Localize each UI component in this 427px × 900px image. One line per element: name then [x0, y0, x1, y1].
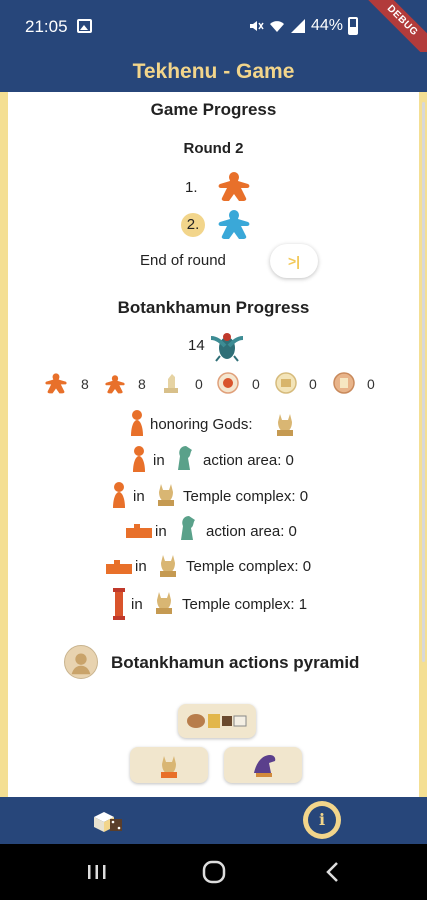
action-tile-top[interactable]	[178, 704, 256, 738]
status-bar: 21:05 44%	[0, 0, 427, 52]
god-bastet-icon	[158, 484, 174, 506]
progress-card	[8, 92, 419, 797]
statue-icon	[164, 374, 178, 393]
resource-count: 0	[367, 376, 375, 392]
bread-token-icon	[275, 372, 297, 394]
stone-token-icon	[333, 372, 355, 394]
recent-apps-icon[interactable]	[82, 858, 112, 886]
status-indicators: 44%	[248, 17, 359, 35]
player-rank-2-current: 2.	[181, 213, 205, 237]
god-horus-icon	[254, 755, 276, 777]
orange-meeple-icon	[218, 172, 250, 201]
god-thoth-icon	[181, 516, 195, 540]
prosperity-token-icon	[217, 372, 239, 394]
in-label: in	[131, 596, 143, 613]
in-label: in	[133, 488, 145, 505]
scarab-icon	[210, 333, 244, 362]
end-of-round-button[interactable]: >|	[270, 244, 318, 278]
pyramid-title: Botankhamun actions pyramid	[111, 653, 360, 672]
left-accent-border	[0, 92, 8, 797]
temple-complex-label: Temple complex: 0	[186, 558, 312, 575]
pharaoh-avatar-icon	[64, 645, 98, 679]
player-progress-title: Botankhamun Progress	[117, 298, 310, 317]
battery-percent: 44%	[311, 17, 344, 34]
score-value: 14	[188, 337, 205, 354]
temple-complex-label: Temple complex: 1	[182, 596, 308, 613]
god-bastet-icon	[156, 592, 172, 614]
god-thoth-icon	[178, 446, 192, 470]
mute-icon	[250, 21, 264, 31]
orange-block-icon	[126, 524, 152, 538]
wifi-icon	[270, 21, 284, 32]
dice-icon[interactable]	[92, 807, 124, 835]
resource-count: 8	[138, 376, 146, 392]
god-bastet-icon	[277, 414, 293, 436]
in-label: in	[155, 523, 167, 540]
signal-icon	[291, 19, 305, 33]
orange-pillar-icon	[113, 588, 125, 620]
main-content[interactable]: Game Progress Round 2 1. 2. End of round…	[0, 92, 427, 797]
orange-pawn-icon	[113, 482, 125, 508]
player-rank-1: 1.	[185, 179, 198, 196]
action-tile-right[interactable]	[224, 747, 302, 783]
blue-meeple-icon	[218, 210, 250, 239]
orange-pawn-icon	[131, 410, 143, 436]
battery-icon	[348, 17, 359, 35]
resource-count: 0	[309, 376, 317, 392]
orange-pawn-icon	[133, 446, 145, 472]
in-label: in	[153, 452, 165, 469]
action-area-label: action area: 0	[203, 452, 294, 469]
action-area-label: action area: 0	[206, 523, 297, 540]
app-bar: Tekhenu - Game	[0, 52, 427, 92]
temple-complex-label: Temple complex: 0	[183, 488, 309, 505]
app-title: Tekhenu - Game	[132, 60, 295, 83]
honoring-gods-label: honoring Gods:	[150, 416, 253, 433]
back-icon[interactable]	[318, 858, 348, 886]
image-notification-icon	[77, 19, 92, 33]
resource-count: 8	[81, 376, 89, 392]
orange-meeple-icon	[45, 373, 67, 394]
resources-row: 8 8 0 0 0 0	[45, 372, 385, 398]
god-bastet-icon	[160, 555, 176, 577]
scrollbar[interactable]	[422, 102, 425, 662]
resource-count: 0	[252, 376, 260, 392]
home-icon[interactable]	[199, 858, 229, 886]
bottom-navigation: i	[0, 797, 427, 844]
info-icon: i	[308, 806, 336, 834]
action-tile-left[interactable]	[130, 747, 208, 783]
resource-count: 0	[195, 376, 203, 392]
end-of-round-label: End of round	[140, 252, 226, 269]
system-navigation-bar	[0, 844, 427, 900]
resources-icon	[187, 714, 247, 728]
in-label: in	[135, 558, 147, 575]
game-progress-title: Game Progress	[150, 100, 277, 119]
info-button[interactable]: i	[303, 801, 341, 839]
status-time: 21:05	[25, 17, 68, 36]
small-meeple-icon	[105, 375, 125, 394]
orange-block-icon	[106, 560, 132, 574]
god-bastet-icon	[161, 756, 177, 778]
round-label: Round 2	[183, 140, 244, 157]
